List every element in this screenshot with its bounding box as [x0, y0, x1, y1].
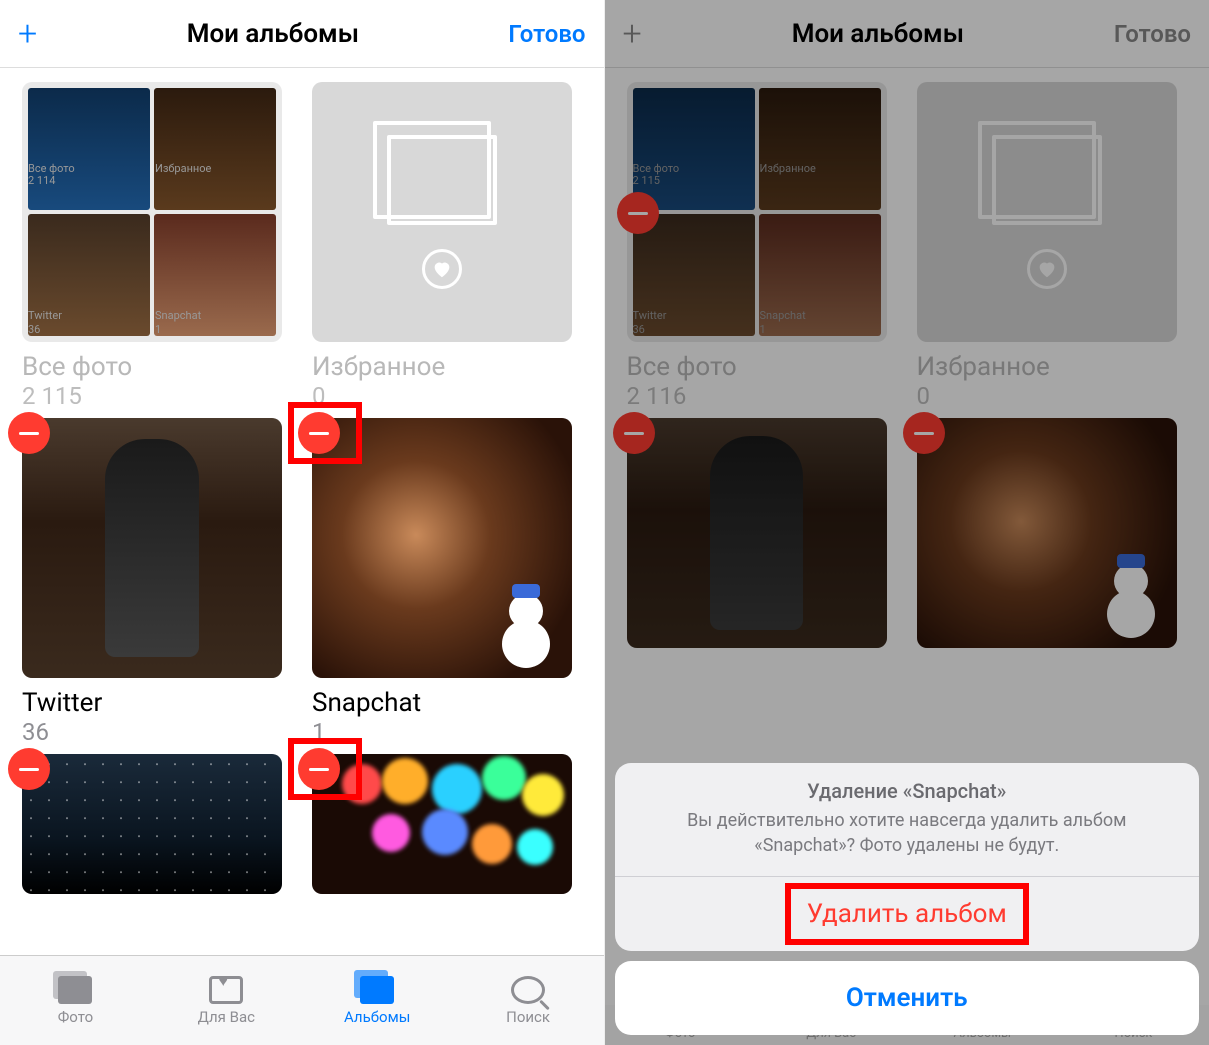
delete-album-button[interactable] — [8, 412, 50, 454]
album-thumbnail — [22, 754, 282, 894]
snowman-sticker — [496, 578, 556, 668]
done-button[interactable]: Готово — [1114, 20, 1191, 48]
album-count: 0 — [917, 382, 1177, 410]
tab-photos[interactable]: Фото — [0, 956, 151, 1045]
album-count: 36 — [22, 718, 282, 746]
heart-icon — [1027, 249, 1067, 289]
album-item[interactable] — [22, 754, 282, 894]
tab-label: Для Вас — [198, 1008, 255, 1026]
album-title: Snapchat — [312, 688, 572, 718]
tab-for-you[interactable]: Для Вас — [151, 956, 302, 1045]
navbar: + Мои альбомы Готово — [605, 0, 1209, 68]
action-sheet: Удаление «Snapchat» Вы действительно хот… — [615, 763, 1200, 1035]
album-title: Избранное — [312, 352, 572, 382]
photos-icon — [58, 976, 92, 1004]
delete-album-button[interactable] — [298, 748, 340, 790]
add-button[interactable]: + — [18, 17, 37, 51]
collage-thumbnail — [627, 82, 887, 342]
cancel-button[interactable]: Отменить — [615, 961, 1200, 1035]
right-screenshot: + Мои альбомы Готово Все фото Избранное … — [605, 0, 1209, 1045]
delete-album-button[interactable] — [298, 412, 340, 454]
album-favorites[interactable]: Избранное 0 — [312, 82, 572, 410]
album-title: Избранное — [917, 352, 1177, 382]
tab-search[interactable]: Поиск — [453, 956, 604, 1045]
albums-grid[interactable]: Все фото Избранное 2 114 Twitter Snapcha… — [0, 68, 604, 955]
mini-counts: 2 115 — [633, 174, 881, 187]
delete-album-button[interactable] — [617, 192, 659, 234]
done-button[interactable]: Готово — [508, 20, 585, 48]
album-title: Все фото — [627, 352, 887, 382]
delete-album-button[interactable] — [613, 412, 655, 454]
navbar-title: Мои альбомы — [187, 19, 359, 49]
mini-labels-2: Twitter Snapchat — [28, 309, 276, 322]
album-thumbnail — [312, 754, 572, 894]
album-twitter[interactable]: Twitter 36 — [22, 418, 282, 746]
delete-album-button[interactable] — [903, 412, 945, 454]
empty-favorites-thumbnail — [312, 82, 572, 342]
action-sheet-message: Вы действительно хотите навсегда удалить… — [615, 809, 1200, 876]
mini-counts-2: 36 1 — [633, 323, 881, 336]
tab-bar: Фото Для Вас Альбомы Поиск — [0, 955, 604, 1045]
album-snapchat[interactable] — [917, 418, 1177, 648]
stack-icon — [992, 135, 1102, 225]
tab-label: Фото — [58, 1008, 93, 1026]
album-thumbnail — [312, 418, 572, 678]
add-button[interactable]: + — [623, 17, 642, 51]
action-sheet-card: Удаление «Snapchat» Вы действительно хот… — [615, 763, 1200, 951]
album-all-photos[interactable]: Все фото Избранное 2 114 Twitter Snapcha… — [22, 82, 282, 410]
album-title: Twitter — [22, 688, 282, 718]
for-you-icon — [209, 976, 243, 1004]
albums-icon — [360, 976, 394, 1004]
album-item[interactable] — [312, 754, 572, 894]
tab-label: Альбомы — [344, 1008, 410, 1026]
album-snapchat[interactable]: Snapchat 1 — [312, 418, 572, 746]
album-twitter[interactable] — [627, 418, 887, 648]
mini-counts: 2 114 — [28, 174, 276, 187]
album-thumbnail — [22, 418, 282, 678]
album-thumbnail — [627, 418, 887, 648]
navbar: + Мои альбомы Готово — [0, 0, 604, 68]
action-sheet-title: Удаление «Snapchat» — [615, 763, 1200, 809]
album-count: 1 — [312, 718, 572, 746]
collage-thumbnail — [22, 82, 282, 342]
album-count: 0 — [312, 382, 572, 410]
album-favorites[interactable]: Избранное 0 — [917, 82, 1177, 410]
mini-labels-2: Twitter Snapchat — [633, 309, 881, 322]
album-title: Все фото — [22, 352, 282, 382]
album-all-photos[interactable]: Все фото Избранное 2 115 Twitter Snapcha… — [627, 82, 887, 410]
heart-icon — [422, 249, 462, 289]
album-count: 2 115 — [22, 382, 282, 410]
search-icon — [511, 976, 545, 1004]
tab-albums[interactable]: Альбомы — [302, 956, 453, 1045]
delete-album-confirm-button[interactable]: Удалить альбом — [615, 877, 1200, 951]
album-count: 2 116 — [627, 382, 887, 410]
empty-favorites-thumbnail — [917, 82, 1177, 342]
navbar-title: Мои альбомы — [792, 19, 964, 49]
delete-album-button[interactable] — [8, 748, 50, 790]
snowman-sticker — [1101, 548, 1161, 638]
tab-label: Поиск — [506, 1008, 550, 1026]
album-thumbnail — [917, 418, 1177, 648]
left-screenshot: + Мои альбомы Готово Все фото Избранное … — [0, 0, 605, 1045]
mini-counts-2: 36 1 — [28, 323, 276, 336]
stack-icon — [387, 135, 497, 225]
